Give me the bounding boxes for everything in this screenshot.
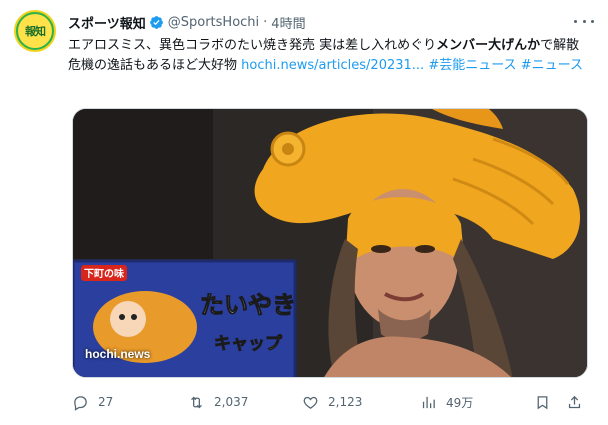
avatar[interactable]: 報知 <box>14 10 56 52</box>
verified-badge-icon <box>149 15 163 29</box>
share-icon <box>568 395 581 408</box>
like-icon <box>303 396 318 409</box>
bookmark-icon <box>537 395 548 409</box>
views-count: 49万 <box>446 395 474 410</box>
bookmark-button[interactable] <box>534 392 551 412</box>
sign-main-text: たいやき <box>200 291 296 319</box>
tweet-text-part1: エアロスミス、異色コラボのたい焼き発売 実は差し入れめぐり <box>68 38 437 53</box>
like-count: 2,123 <box>328 395 363 409</box>
views-button[interactable]: 49万 <box>420 392 473 412</box>
sign-sub-text: キャップ <box>214 333 283 354</box>
tweet-text-bold: メンバー大げんか <box>436 38 541 53</box>
share-button[interactable] <box>566 392 583 412</box>
hashtag-entertainment[interactable]: #芸能ニュース <box>428 58 516 73</box>
repost-count: 2,037 <box>214 395 249 409</box>
more-options-icon[interactable] <box>574 12 594 30</box>
tweet-image[interactable]: 下町の味 たいやき キャップ hochi.news <box>72 108 588 378</box>
display-name[interactable]: スポーツ報知 <box>68 13 146 32</box>
repost-button[interactable]: 2,037 <box>188 392 248 412</box>
photo-illustration: 下町の味 たいやき キャップ <box>73 109 587 377</box>
repost-icon <box>191 396 202 408</box>
reply-count: 27 <box>98 395 114 409</box>
timestamp[interactable]: 4時間 <box>271 13 305 32</box>
like-button[interactable]: 2,123 <box>302 392 362 412</box>
image-watermark: hochi.news <box>85 347 151 361</box>
reply-icon <box>74 395 87 411</box>
reply-button[interactable]: 27 <box>72 392 113 412</box>
views-icon <box>422 396 435 408</box>
tweet[interactable]: 報知 スポーツ報知 @SportsHochi · 4時間 エアロスミス、異色コラ… <box>0 0 608 425</box>
article-link[interactable]: hochi.news/articles/20231... <box>241 58 424 73</box>
separator-dot: · <box>263 14 268 30</box>
sign-small-text: 下町の味 <box>84 267 124 280</box>
avatar-logo: 報知 <box>18 14 52 48</box>
tweet-header: スポーツ報知 @SportsHochi · 4時間 <box>68 12 568 32</box>
handle[interactable]: @SportsHochi <box>168 15 259 30</box>
hashtag-news[interactable]: #ニュース <box>521 58 583 73</box>
action-bar: 27 2,037 2,123 49万 <box>72 392 588 412</box>
tweet-text: エアロスミス、異色コラボのたい焼き発売 実は差し入れめぐりメンバー大げんかで解散… <box>68 36 588 76</box>
